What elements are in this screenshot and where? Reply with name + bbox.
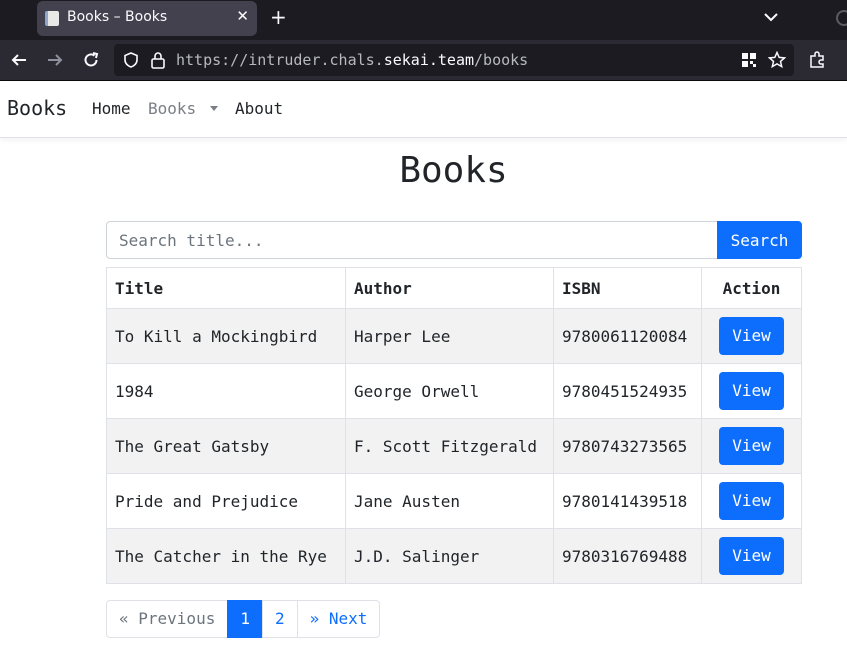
cell-title: The Catcher in the Rye	[106, 528, 346, 584]
cell-action: View	[701, 473, 802, 529]
cell-author: Harper Lee	[345, 308, 554, 364]
cell-author: J.D. Salinger	[345, 528, 554, 584]
plus-icon[interactable]: +	[270, 5, 287, 29]
cell-author: George Orwell	[345, 363, 554, 419]
cell-title: Pride and Prejudice	[106, 473, 346, 529]
column-header-isbn: ISBN	[553, 267, 702, 309]
star-icon[interactable]	[768, 51, 786, 69]
url-bar[interactable]: https://intruder.chals.sekai.team/books	[114, 44, 794, 76]
table-row: The Great Gatsby F. Scott Fitzgerald 978…	[106, 418, 802, 474]
view-button[interactable]: View	[719, 537, 784, 575]
table-row: 1984 George Orwell 9780451524935 View	[106, 363, 802, 419]
view-button[interactable]: View	[719, 372, 784, 410]
search-input[interactable]	[106, 221, 718, 259]
shield-icon[interactable]	[123, 52, 139, 68]
account-icon[interactable]	[836, 10, 847, 26]
extensions-icon[interactable]	[808, 51, 826, 69]
nav-link-home[interactable]: Home	[92, 99, 131, 118]
close-icon[interactable]: ✕	[236, 7, 249, 25]
page-icon	[45, 11, 59, 26]
view-button[interactable]: View	[719, 317, 784, 355]
cell-action: View	[701, 418, 802, 474]
cell-isbn: 9780141439518	[553, 473, 702, 529]
cell-title: 1984	[106, 363, 346, 419]
column-header-title: Title	[106, 267, 346, 309]
cell-isbn: 9780061120084	[553, 308, 702, 364]
cell-action: View	[701, 308, 802, 364]
cell-action: View	[701, 528, 802, 584]
view-button[interactable]: View	[719, 482, 784, 520]
url-prefix: https://intruder.chals.	[176, 51, 384, 69]
browser-toolbar: https://intruder.chals.sekai.team/books	[0, 40, 847, 81]
cell-author: F. Scott Fitzgerald	[345, 418, 554, 474]
nav-link-about[interactable]: About	[235, 99, 283, 118]
column-header-action: Action	[701, 267, 802, 309]
cell-title: The Great Gatsby	[106, 418, 346, 474]
url-host: sekai.team	[383, 51, 475, 69]
page-title: Books	[399, 150, 508, 191]
search-button[interactable]: Search	[717, 221, 802, 259]
browser-tab[interactable]: Books – Books ✕	[37, 1, 257, 36]
browser-tab-bar: Books – Books ✕ +	[0, 0, 847, 40]
pagination-page-1[interactable]: 1	[227, 600, 263, 638]
caret-down-icon[interactable]	[210, 106, 218, 111]
table-header-row: Title Author ISBN Action	[106, 267, 802, 309]
url-text: https://intruder.chals.sekai.team/books	[176, 51, 528, 69]
cell-isbn: 9780451524935	[553, 363, 702, 419]
lock-icon[interactable]	[150, 51, 166, 69]
url-path: /books	[474, 51, 529, 69]
cell-isbn: 9780316769488	[553, 528, 702, 584]
navbar-brand[interactable]: Books	[7, 96, 67, 120]
pagination: « Previous 1 2 » Next	[106, 600, 381, 638]
books-table: Title Author ISBN Action To Kill a Mocki…	[106, 267, 802, 584]
view-button[interactable]: View	[719, 427, 784, 465]
pagination-page-2[interactable]: 2	[261, 600, 298, 638]
table-row: Pride and Prejudice Jane Austen 97801414…	[106, 473, 802, 529]
forward-arrow-icon[interactable]	[46, 51, 64, 69]
cell-isbn: 9780743273565	[553, 418, 702, 474]
column-header-author: Author	[345, 267, 554, 309]
pagination-next[interactable]: » Next	[296, 600, 381, 638]
cell-author: Jane Austen	[345, 473, 554, 529]
table-row: To Kill a Mockingbird Harper Lee 9780061…	[106, 308, 802, 364]
pagination-previous[interactable]: « Previous	[106, 600, 229, 638]
table-row: The Catcher in the Rye J.D. Salinger 978…	[106, 528, 802, 584]
site-navbar: Books Home Books About	[0, 82, 847, 138]
tab-title: Books – Books	[67, 9, 168, 25]
cell-title: To Kill a Mockingbird	[106, 308, 346, 364]
nav-link-books[interactable]: Books	[148, 99, 196, 118]
back-arrow-icon[interactable]	[10, 51, 28, 69]
qr-code-icon[interactable]	[741, 52, 757, 68]
reload-icon[interactable]	[82, 51, 100, 69]
chevron-down-icon[interactable]	[762, 8, 780, 26]
cell-action: View	[701, 363, 802, 419]
